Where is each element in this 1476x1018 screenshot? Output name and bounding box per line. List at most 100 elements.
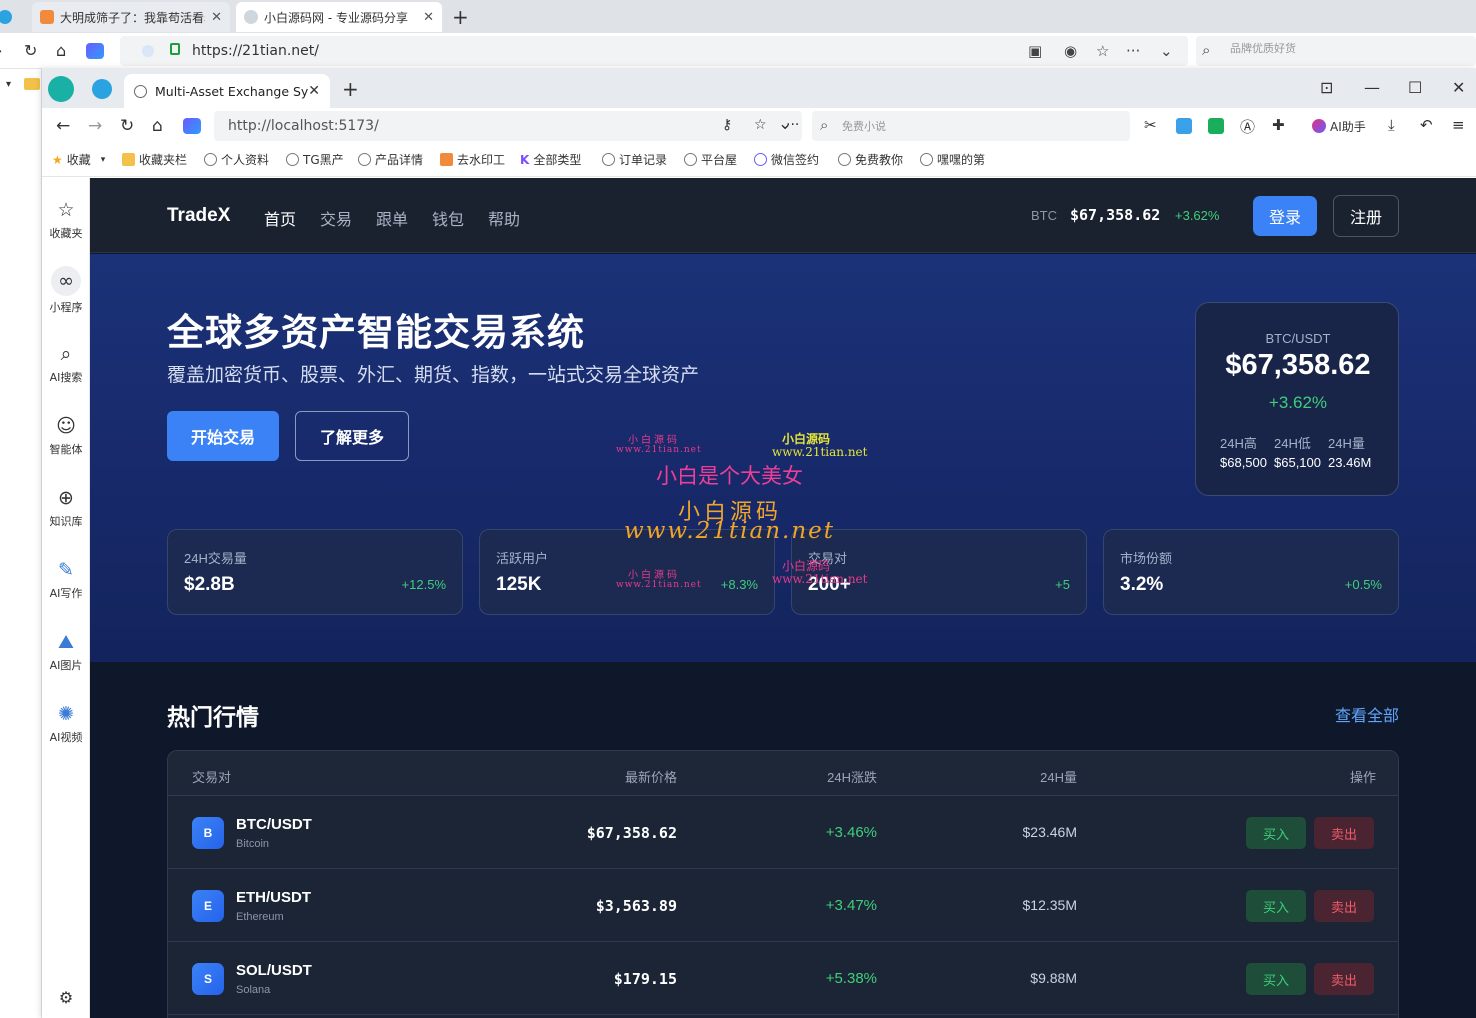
ai-assistant-label[interactable]: AI助手 xyxy=(1330,118,1366,135)
maximize-icon[interactable]: ☐ xyxy=(1408,78,1422,97)
nav-trade[interactable]: 交易 xyxy=(320,206,352,230)
bookmark-item[interactable]: 产品详情 xyxy=(358,151,423,168)
back-icon[interactable]: ← xyxy=(56,116,70,136)
nav-help[interactable]: 帮助 xyxy=(488,206,520,230)
sidebar-item-favorites[interactable]: ☆ 收藏夹 xyxy=(42,198,90,241)
bookmarks-bar: ★ 收藏 ▾ 收藏夹栏 个人资料 TG黑产 产品详情 去水印工 K 全部类型 订单记录… xyxy=(42,144,1476,177)
bookmark-favorites[interactable]: ★ 收藏 ▾ xyxy=(52,151,105,168)
sell-button[interactable]: 卖出 xyxy=(1314,890,1374,922)
outer-search-box[interactable]: ⌕ 品牌优质好货 xyxy=(1196,36,1476,66)
translate-icon[interactable]: ◉ xyxy=(1064,42,1077,60)
outer-tab-novel[interactable]: 大明成筛子了：我靠苟活看着 ✕ xyxy=(32,2,230,32)
learn-more-button[interactable]: 了解更多 xyxy=(295,411,409,461)
star-icon[interactable]: ☆ xyxy=(754,117,767,133)
outer-url-text: https://21tian.net/ xyxy=(192,43,319,59)
ai-icon[interactable] xyxy=(183,118,201,134)
login-button[interactable]: 登录 xyxy=(1253,196,1317,236)
telegram-icon[interactable] xyxy=(92,79,112,99)
chevron-down-icon[interactable]: ⌄ xyxy=(778,114,792,134)
more-icon[interactable]: ··· xyxy=(1126,42,1140,60)
bookmark-item[interactable]: 去水印工 xyxy=(440,151,505,168)
btc-price-card: BTC/USDT $67,358.62 +3.62% 24H高 24H低 24H… xyxy=(1195,302,1399,496)
new-tab-icon[interactable]: + xyxy=(452,5,469,29)
outer-address-bar[interactable]: https://21tian.net/ ▣ ◉ ☆ ··· ⌄ xyxy=(120,36,1188,66)
inner-address-bar[interactable]: http://localhost:5173/ ⚷ ☆ ··· xyxy=(214,111,802,141)
reader-ext-icon[interactable] xyxy=(1208,118,1224,134)
buy-button[interactable]: 买入 xyxy=(1246,963,1306,995)
bookmark-item[interactable]: 嘿嘿的第 xyxy=(920,151,985,168)
reload-icon[interactable]: ↻ xyxy=(120,116,134,136)
forward-icon[interactable]: › xyxy=(0,41,2,60)
bookmark-label: 个人资料 xyxy=(221,153,270,167)
ai-assistant-icon[interactable] xyxy=(1312,119,1326,133)
sidebar-item-ai-search[interactable]: ⌕ AI搜索 xyxy=(42,342,90,385)
signup-button[interactable]: 注册 xyxy=(1333,195,1399,237)
column-header: 操作 xyxy=(1349,770,1376,785)
table-row[interactable]: E ETH/USDT Ethereum $3,563.89 +3.47% $12… xyxy=(168,869,1398,942)
home-icon[interactable]: ⌂ xyxy=(152,116,163,136)
sidebar-item-label: AI写作 xyxy=(49,587,83,600)
ai-icon[interactable] xyxy=(86,43,104,59)
sidebar-item-ai-video[interactable]: ✺ AI视频 xyxy=(42,702,90,745)
table-row[interactable]: B BTC/USDT Bitcoin $67,358.62 +3.46% $23… xyxy=(168,796,1398,869)
buy-button[interactable]: 买入 xyxy=(1246,890,1306,922)
sell-button[interactable]: 卖出 xyxy=(1314,817,1374,849)
brand-logo[interactable]: TradeX xyxy=(167,205,230,227)
sidebar-item-knowledge[interactable]: ⊕ 知识库 xyxy=(42,486,90,529)
image-icon[interactable]: ▣ xyxy=(1028,42,1042,60)
card-change: +3.62% xyxy=(1268,393,1328,412)
bookmark-item[interactable]: 订单记录 xyxy=(602,151,667,168)
sidebar-item-agent[interactable]: ☺ 智能体 xyxy=(42,414,90,457)
bookmark-item[interactable]: 平台屋 xyxy=(684,151,737,168)
inner-tab-active[interactable]: Multi-Asset Exchange Syst ✕ xyxy=(124,74,330,108)
nav-wallet[interactable]: 钱包 xyxy=(432,206,464,230)
scissors-icon[interactable]: ✂ xyxy=(1144,116,1157,134)
site-info-icon[interactable] xyxy=(142,45,154,57)
window-close-icon[interactable]: ✕ xyxy=(1452,78,1465,97)
home-icon[interactable]: ⌂ xyxy=(56,41,66,60)
bookmark-item[interactable]: 微信签约 xyxy=(754,151,819,168)
star-icon[interactable]: ☆ xyxy=(1096,42,1109,60)
watermark-small-url: www.21tian.net xyxy=(772,572,868,586)
outer-tab-21tian[interactable]: 小白源码网 - 专业源码分享 ✕ xyxy=(236,2,442,32)
nav-copy-trade[interactable]: 跟单 xyxy=(376,206,408,230)
outer-tab-pinned[interactable] xyxy=(0,2,30,32)
close-icon[interactable]: ✕ xyxy=(423,10,434,25)
sidebar-settings[interactable]: ⚙ xyxy=(42,986,90,1010)
view-all-link[interactable]: 查看全部 xyxy=(1335,702,1399,726)
close-icon[interactable]: ✕ xyxy=(308,83,320,99)
key-icon[interactable]: ⚷ xyxy=(722,117,732,133)
profile-avatar-icon[interactable] xyxy=(48,76,74,102)
sidebar-item-miniapp[interactable]: ∞ 小程序 xyxy=(42,266,90,315)
sell-button[interactable]: 卖出 xyxy=(1314,963,1374,995)
pin-window-icon[interactable]: ⊡ xyxy=(1320,78,1333,97)
globe-icon xyxy=(602,153,615,166)
minimize-icon[interactable]: — xyxy=(1364,78,1380,97)
bookmark-item[interactable]: 个人资料 xyxy=(204,151,269,168)
bookmark-item[interactable]: K 全部类型 xyxy=(520,151,581,168)
sidebar-item-ai-writing[interactable]: ✎ AI写作 xyxy=(42,558,90,601)
bookmark-folder[interactable]: 收藏夹栏 xyxy=(122,151,187,168)
table-row[interactable]: S SOL/USDT Solana $179.15 +5.38% $9.88M … xyxy=(168,942,1398,1015)
font-ext-icon[interactable]: Ⓐ xyxy=(1240,116,1255,137)
close-icon[interactable]: ✕ xyxy=(211,10,222,25)
forward-icon[interactable]: → xyxy=(88,116,102,136)
inner-search-box[interactable]: ⌕ 免费小说 xyxy=(812,111,1130,141)
folder-icon[interactable] xyxy=(24,78,40,90)
new-tab-icon[interactable]: + xyxy=(342,77,359,101)
sidebar-item-ai-image[interactable]: ⛰ AI图片 xyxy=(42,630,90,673)
chevron-down-icon[interactable]: ⌄ xyxy=(1160,42,1173,60)
start-trading-button[interactable]: 开始交易 xyxy=(167,411,279,461)
nav-home[interactable]: 首页 xyxy=(264,206,296,230)
menu-icon[interactable]: ≡ xyxy=(1452,116,1465,134)
puzzle-icon[interactable]: ✚ xyxy=(1272,116,1285,134)
reload-icon[interactable]: ↻ xyxy=(24,41,37,60)
bookmark-item[interactable]: 免费教你 xyxy=(838,151,903,168)
bookmark-label: TG黑产 xyxy=(303,153,344,167)
undo-icon[interactable]: ↶ xyxy=(1420,116,1433,134)
bookmark-item[interactable]: TG黑产 xyxy=(286,151,344,168)
translate-ext-icon[interactable] xyxy=(1176,118,1192,134)
download-icon[interactable]: ⤓ xyxy=(1388,116,1395,134)
chevron-down-icon[interactable]: ▾ xyxy=(6,79,11,90)
buy-button[interactable]: 买入 xyxy=(1246,817,1306,849)
